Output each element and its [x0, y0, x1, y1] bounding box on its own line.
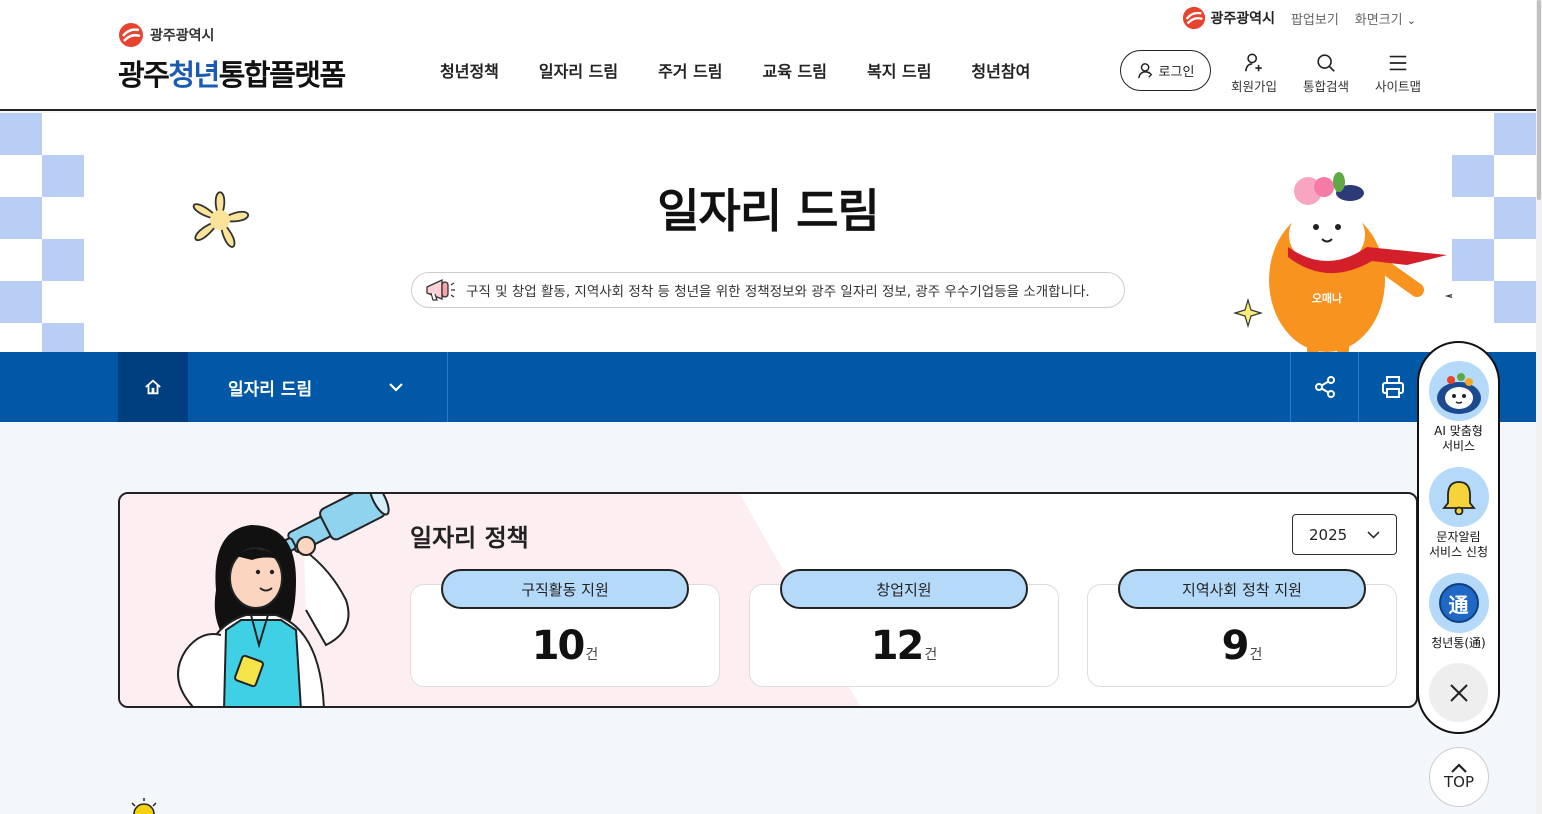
chevron-down-icon	[1367, 530, 1380, 539]
job-policy-card: 일자리 정책 2025 구직활동 지원 10 건 창업지원 12 건 지역사회 정착…	[118, 492, 1418, 708]
share-button[interactable]	[1290, 352, 1358, 422]
gwangju-emblem-icon	[119, 23, 143, 47]
main-nav: 청년정책 일자리 드림 주거 드림 교육 드림 복지 드림 청년참여	[440, 58, 1030, 82]
site-logo[interactable]: 광주광역시 광주청년통합플랫폼	[118, 22, 346, 94]
nav-housing-dream[interactable]: 주거 드림	[658, 58, 722, 82]
page-banner: 일자리 드림 구직 및 창업 활동, 지역사회 정착 등 청년을 위한 정책정보…	[0, 113, 1536, 352]
user-add-icon	[1244, 53, 1262, 72]
menu-icon	[1389, 55, 1407, 71]
checker-tile	[0, 281, 42, 323]
gwangju-city-link[interactable]: 광주광역시	[1182, 6, 1275, 30]
chevron-up-icon	[1451, 763, 1467, 773]
location-bar: 일자리 드림	[0, 352, 1536, 422]
print-button[interactable]	[1358, 352, 1426, 422]
checker-tile	[0, 113, 42, 155]
stat-label: 창업지원	[780, 569, 1028, 609]
stat-job-seeking[interactable]: 구직활동 지원 10 건	[410, 569, 720, 687]
gwangju-emblem-icon	[1182, 6, 1205, 30]
integrated-search-button[interactable]: 통합검색	[1300, 52, 1352, 95]
quick-ai-service[interactable]: AI 맞춤형 서비스	[1419, 361, 1498, 454]
scroll-top-button[interactable]: TOP	[1429, 747, 1489, 807]
logo-org-name: 광주광역시	[150, 28, 215, 44]
login-button[interactable]: 로그인	[1120, 50, 1211, 91]
location-dropdown[interactable]: 일자리 드림	[188, 352, 448, 422]
utility-buttons: 회원가입 통합검색 사이트맵	[1228, 52, 1424, 95]
print-icon	[1381, 376, 1404, 398]
checker-tile	[1494, 281, 1536, 323]
search-icon	[1317, 54, 1335, 72]
screen-size-control[interactable]: 화면크기 ⌄	[1355, 9, 1416, 28]
nav-education-dream[interactable]: 교육 드림	[763, 58, 827, 82]
telescope-person-illustration	[177, 494, 390, 706]
mascot-name-label: 오매나	[1312, 291, 1342, 305]
megaphone-icon	[426, 278, 455, 301]
checker-tile	[1452, 239, 1494, 281]
sun-decoration-icon	[131, 798, 157, 814]
stat-value: 10 건	[531, 623, 599, 669]
bell-icon	[1428, 467, 1489, 527]
close-icon	[1449, 683, 1468, 702]
scrollbar-thumb[interactable]	[1537, 0, 1541, 200]
stat-value: 9건	[1221, 623, 1263, 669]
mascot-omaena-illustration: 오매나	[1232, 172, 1452, 352]
popup-view-link[interactable]: 팝업보기	[1291, 9, 1339, 28]
stat-value: 12 건	[870, 623, 938, 669]
chevron-down-icon	[389, 382, 403, 392]
chevron-down-icon: ⌄	[1406, 13, 1416, 27]
sitemap-button[interactable]: 사이트맵	[1372, 52, 1424, 95]
stat-local-settlement[interactable]: 지역사회 정착 지원 9건	[1087, 569, 1397, 687]
home-icon	[145, 379, 161, 395]
stat-label: 지역사회 정착 지원	[1118, 569, 1366, 609]
site-header: 광주광역시 광주청년통합플랫폼 청년정책 일자리 드림 주거 드림 교육 드림 …	[0, 0, 1536, 111]
quick-menu: AI 맞춤형 서비스 문자알림 서비스 신청 通 청년통(通)	[1417, 341, 1500, 734]
location-tools	[1290, 352, 1426, 422]
quick-sms-alert[interactable]: 문자알림 서비스 신청	[1419, 467, 1498, 560]
banner-description: 구직 및 창업 활동, 지역사회 정착 등 청년을 위한 정책정보와 광주 일자…	[411, 272, 1125, 308]
checker-tile	[42, 239, 84, 281]
tong-icon: 通	[1428, 573, 1489, 633]
stat-startup[interactable]: 창업지원 12 건	[749, 569, 1059, 687]
share-icon	[1314, 376, 1335, 398]
checker-tile	[42, 323, 84, 352]
quick-menu-close-button[interactable]	[1429, 663, 1488, 722]
nav-youth-participation[interactable]: 청년참여	[971, 58, 1030, 82]
signup-button[interactable]: 회원가입	[1228, 52, 1280, 95]
quick-youth-tong[interactable]: 通 청년통(通)	[1419, 573, 1498, 651]
policy-section-title: 일자리 정책	[410, 524, 529, 552]
stat-label: 구직활동 지원	[441, 569, 689, 609]
ai-mascot-icon	[1428, 361, 1489, 421]
year-select[interactable]: 2025	[1292, 514, 1397, 555]
home-button[interactable]	[118, 352, 188, 422]
user-icon	[1137, 62, 1152, 78]
logo-title: 광주청년통합플랫폼	[118, 58, 346, 92]
nav-welfare-dream[interactable]: 복지 드림	[867, 58, 931, 82]
nav-job-dream[interactable]: 일자리 드림	[539, 58, 618, 82]
top-utility-bar: 광주광역시 팝업보기 화면크기 ⌄	[1182, 6, 1416, 30]
nav-youth-policy[interactable]: 청년정책	[440, 58, 499, 82]
checker-tile	[1494, 113, 1536, 155]
